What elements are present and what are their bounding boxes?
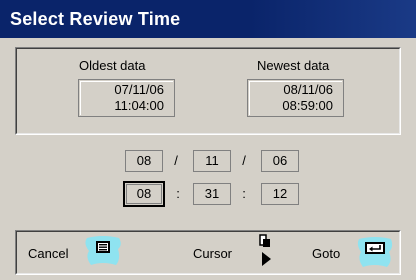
goto-button[interactable] [356,235,394,269]
hour-field[interactable]: 08 [123,181,165,207]
time-separator: : [176,186,180,201]
cancel-button[interactable] [83,235,123,267]
action-panel: Cancel Cursor Goto [15,230,401,275]
oldest-data-label: Oldest data [79,58,146,73]
oldest-data-value: 07/11/06 11:04:00 [78,79,175,117]
dialog-title: Select Review Time [0,0,416,38]
cursor-label: Cursor [193,246,233,261]
select-review-time-dialog: Select Review Time Oldest data 07/11/06 … [0,0,416,280]
newest-data-value: 08/11/06 08:59:00 [247,79,344,117]
month-field[interactable]: 08 [125,150,163,172]
cancel-label: Cancel [28,246,69,261]
newest-data-label: Newest data [257,58,330,73]
date-separator: / [174,153,178,168]
second-field[interactable]: 12 [261,183,299,205]
time-separator: : [242,186,246,201]
day-field[interactable]: 11 [193,150,231,172]
cursor-button[interactable] [252,233,282,271]
hour-value: 08 [136,186,152,201]
cursor-toggle-icon [259,234,271,266]
goto-return-icon [357,237,393,267]
oldest-time: 11:04:00 [114,98,164,113]
oldest-date: 07/11/06 [114,82,164,97]
newest-time: 08:59:00 [282,98,333,113]
goto-label: Goto [312,246,341,261]
minute-field[interactable]: 31 [193,183,231,205]
date-separator: / [242,153,246,168]
list-icon [85,236,121,265]
newest-date: 08/11/06 [283,82,333,97]
year-field[interactable]: 06 [261,150,299,172]
data-range-panel: Oldest data 07/11/06 11:04:00 Newest dat… [15,47,401,135]
